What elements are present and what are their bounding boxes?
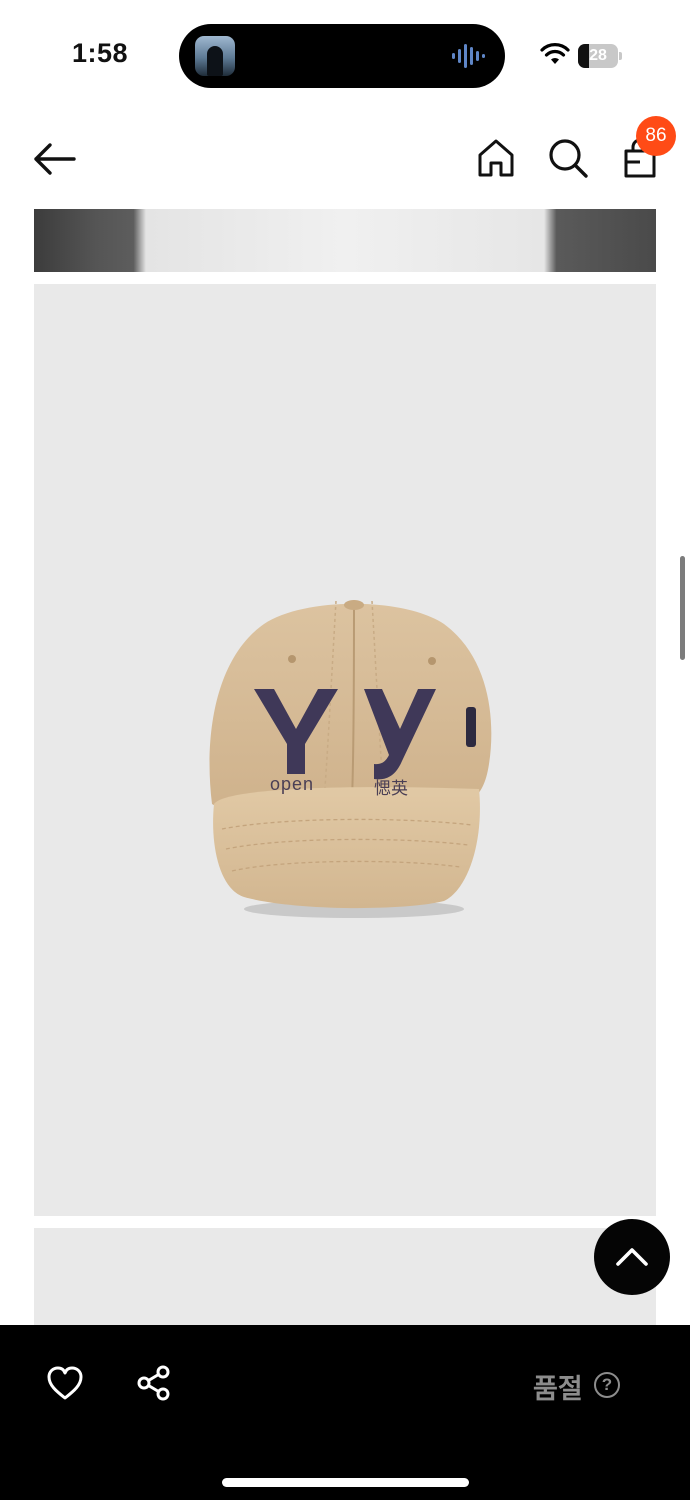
product-photo-model (34, 209, 656, 272)
top-navigation (0, 110, 690, 206)
cap-embroidery-right: 愢英 (374, 779, 408, 798)
share-icon[interactable] (135, 1365, 173, 1401)
status-time: 1:58 (72, 38, 129, 68)
wifi-icon (540, 43, 570, 64)
heart-icon[interactable] (46, 1365, 84, 1401)
help-circle-icon[interactable]: ? (594, 1372, 620, 1398)
cap-embroidery-left: open (270, 774, 315, 794)
now-playing-thumbnail (195, 36, 235, 76)
search-icon[interactable] (546, 136, 590, 180)
back-arrow-icon[interactable] (30, 138, 78, 180)
dynamic-island[interactable] (179, 24, 505, 88)
home-indicator (222, 1478, 469, 1487)
home-icon[interactable] (474, 136, 518, 180)
product-image[interactable]: open 愢英 (34, 284, 656, 1216)
cart-count-badge: 86 (636, 116, 676, 156)
bottom-action-bar: 품절 ? (0, 1325, 690, 1500)
status-bar: 1:58 28 (0, 0, 690, 110)
cap-illustration (209, 600, 492, 918)
battery-level: 28 (589, 47, 607, 64)
scroll-to-top-button[interactable] (594, 1219, 670, 1295)
audio-wave-icon (452, 44, 485, 68)
sold-out-label: 품절 (533, 1374, 583, 1404)
product-image-next[interactable] (34, 1228, 656, 1328)
chevron-up-icon (616, 1248, 648, 1266)
battery-icon: 28 (578, 44, 622, 68)
scrollbar[interactable] (680, 556, 685, 660)
